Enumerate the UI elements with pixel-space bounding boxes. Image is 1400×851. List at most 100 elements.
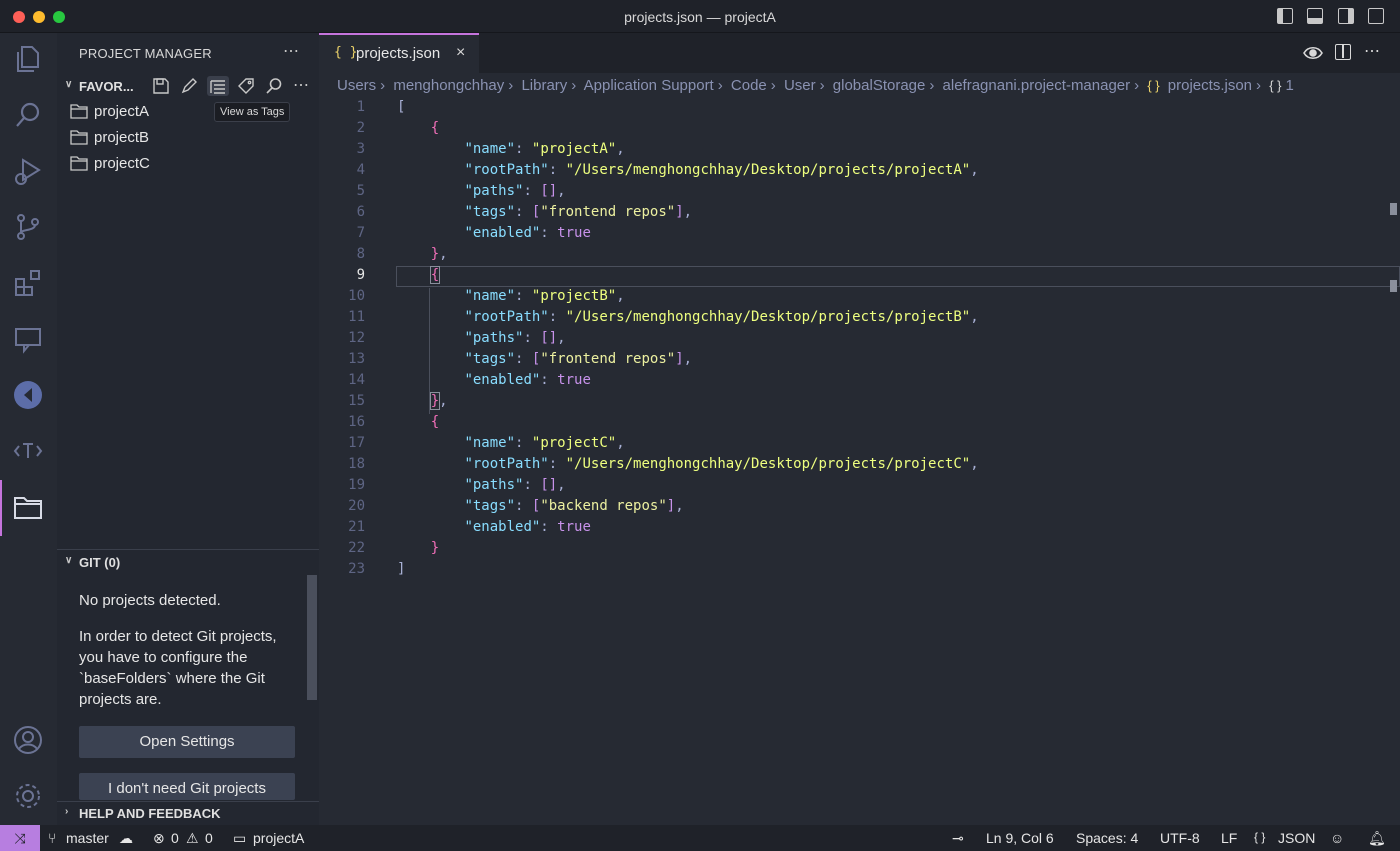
sidebar-title: PROJECT MANAGER (79, 46, 212, 61)
editor-more-actions-icon[interactable]: ⋯ (1364, 41, 1380, 61)
filter-by-tag-icon[interactable] (237, 77, 255, 95)
breadcrumb-item[interactable]: alefragnani.project-manager (943, 77, 1131, 94)
code-line: } (430, 540, 440, 556)
code-line: "paths": [], (464, 330, 566, 346)
language-mode[interactable]: JSON (1278, 830, 1315, 846)
remote-indicator[interactable]: ⤨ (0, 825, 40, 851)
extensions-icon[interactable] (12, 267, 44, 299)
breadcrumb-separator: › (380, 77, 386, 94)
breadcrumb-separator: › (508, 77, 514, 94)
breadcrumb-item[interactable]: User (784, 77, 816, 94)
breadcrumb-item[interactable]: Library (521, 77, 567, 94)
project-name: projectB (94, 129, 150, 146)
split-editor-icon[interactable] (1335, 44, 1351, 60)
project-item[interactable]: projectB (57, 126, 319, 150)
line-number: 23 (348, 561, 365, 577)
line-number: 11 (348, 309, 365, 325)
git-scrollbar[interactable] (307, 575, 317, 700)
code-line: "enabled": true (464, 372, 591, 388)
git-section-header[interactable]: ∨ GIT (0) (57, 551, 319, 573)
timeline-icon[interactable]: ⊸ (952, 830, 964, 847)
scrollbar-marker (1390, 280, 1397, 292)
chevron-down-icon: ∨ (65, 79, 73, 90)
open-preview-icon[interactable] (1303, 43, 1323, 63)
help-feedback-section-header[interactable]: › HELP AND FEEDBACK (57, 801, 319, 823)
feedback-icon[interactable]: ☺ (1330, 830, 1344, 846)
help-label: HELP AND FEEDBACK (79, 806, 221, 821)
section-divider (57, 549, 319, 550)
live-share-icon[interactable] (12, 379, 44, 411)
accounts-icon[interactable] (12, 724, 44, 756)
edit-projects-icon[interactable] (180, 77, 198, 95)
code-line: "paths": [], (464, 477, 566, 493)
project-name: projectC (94, 155, 150, 172)
line-number: 1 (356, 99, 365, 115)
encoding[interactable]: UTF-8 (1160, 830, 1200, 846)
close-tab-icon[interactable]: × (456, 44, 465, 62)
branch-name[interactable]: master (66, 830, 109, 846)
cursor-position[interactable]: Ln 9, Col 6 (986, 830, 1054, 846)
line-number: 20 (348, 498, 365, 514)
run-debug-icon[interactable] (12, 155, 44, 187)
text-tools-icon[interactable] (12, 435, 44, 467)
end-of-line[interactable]: LF (1221, 830, 1237, 846)
line-number: 7 (356, 225, 365, 241)
line-number: 19 (348, 477, 365, 493)
git-label: GIT (0) (79, 555, 121, 570)
breadcrumb-separator: › (770, 77, 776, 94)
code-line: "tags": ["frontend repos"], (464, 351, 693, 367)
breadcrumb: Users › menghongchhay › Library › Applicati… (337, 77, 1298, 94)
code-line: }, (429, 392, 448, 410)
search-icon[interactable] (12, 99, 44, 131)
line-number: 21 (348, 519, 365, 535)
breadcrumb-separator: › (929, 77, 935, 94)
breadcrumb-separator: › (1256, 77, 1262, 94)
favorites-label: FAVOR... (79, 79, 134, 94)
open-settings-button[interactable]: Open Settings (79, 726, 295, 758)
breadcrumb-item[interactable]: Application Support (584, 77, 714, 94)
project-manager-icon[interactable] (12, 491, 44, 523)
code-line: "enabled": true (464, 519, 591, 535)
line-number: 18 (348, 456, 365, 472)
toggle-primary-sidebar-icon[interactable] (1277, 8, 1293, 24)
breadcrumb-item[interactable]: menghongchhay (393, 77, 504, 94)
search-projects-icon[interactable] (265, 77, 283, 95)
line-number: 17 (348, 435, 365, 451)
source-control-icon[interactable] (12, 211, 44, 243)
status-bar: ⤨ ⑂ master ☁ ⊗ 0 ⚠ 0 ▭ projectA ⊸ Ln 9, … (0, 825, 1400, 851)
breadcrumb-item[interactable]: Code (731, 77, 767, 94)
activity-bar (0, 33, 57, 825)
breadcrumb-item[interactable]: Users (337, 77, 376, 94)
code-line: "name": "projectA", (464, 141, 625, 157)
current-project[interactable]: projectA (253, 830, 304, 846)
scrollbar-marker (1390, 203, 1397, 215)
code-line: "name": "projectC", (464, 435, 625, 451)
code-line: { (430, 414, 440, 430)
toggle-panel-icon[interactable] (1307, 8, 1323, 24)
remote-explorer-icon[interactable] (12, 323, 44, 355)
more-actions-icon[interactable]: ⋯ (283, 41, 299, 61)
folder-icon (70, 156, 88, 171)
favorites-more-icon[interactable]: ⋯ (293, 75, 309, 95)
sync-icon[interactable]: ☁ (119, 830, 133, 847)
breadcrumb-item[interactable]: 1 (1285, 77, 1293, 94)
notifications-bell-icon[interactable]: 🔔︎ (1368, 830, 1386, 847)
settings-gear-icon[interactable] (12, 780, 44, 812)
view-as-tags-icon[interactable] (207, 76, 229, 96)
customize-layout-icon[interactable] (1368, 8, 1384, 24)
tab-projects-json[interactable]: { } projects.json × (319, 33, 479, 73)
toggle-secondary-sidebar-icon[interactable] (1338, 8, 1354, 24)
warning-count[interactable]: 0 (205, 830, 213, 846)
vscode-window: projects.json — projectA PROJECT MANAGER… (0, 0, 1400, 851)
breadcrumb-item[interactable]: globalStorage (833, 77, 926, 94)
error-count[interactable]: 0 (171, 830, 179, 846)
symbol-icon: { } (1269, 78, 1282, 93)
project-item[interactable]: projectC (57, 152, 319, 176)
save-project-icon[interactable] (152, 77, 170, 95)
code-line: "paths": [], (464, 183, 566, 199)
no-git-projects-button[interactable]: I don't need Git projects (79, 773, 295, 800)
indentation[interactable]: Spaces: 4 (1076, 830, 1138, 846)
explorer-icon[interactable] (12, 43, 44, 75)
breadcrumb-item[interactable]: projects.json (1168, 77, 1252, 94)
line-number: 22 (348, 540, 365, 556)
